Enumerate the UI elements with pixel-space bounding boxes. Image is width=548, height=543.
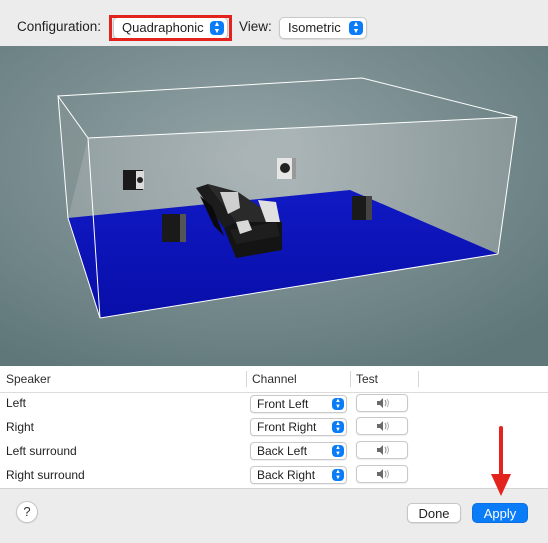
view-value: Isometric xyxy=(288,20,341,35)
test-speaker-button[interactable] xyxy=(356,394,408,412)
speaker-name: Left surround xyxy=(6,444,77,458)
column-divider xyxy=(418,371,419,387)
speaker-volume-icon xyxy=(377,469,389,479)
speaker-back-right-icon xyxy=(352,196,372,220)
test-speaker-button[interactable] xyxy=(356,465,408,483)
chevron-updown-icon: ▲ ▼ xyxy=(332,469,344,481)
speaker-back-left-icon xyxy=(162,214,186,242)
column-divider xyxy=(350,371,351,387)
red-highlight-box xyxy=(109,15,232,41)
speaker-name: Right xyxy=(6,420,35,434)
speaker-volume-icon xyxy=(377,398,389,408)
channel-value: Front Left xyxy=(257,397,309,411)
column-header-test[interactable]: Test xyxy=(356,366,378,392)
column-divider xyxy=(246,371,247,387)
channel-popup[interactable]: Back Right ▲ ▼ xyxy=(250,466,347,484)
column-header-channel[interactable]: Channel xyxy=(252,366,297,392)
room-scene xyxy=(0,46,548,366)
chevron-updown-icon: ▲ ▼ xyxy=(349,21,363,35)
room-3d-viewport[interactable] xyxy=(0,46,548,366)
channel-value: Back Left xyxy=(257,444,308,458)
view-label: View: xyxy=(239,19,272,34)
red-arrow-down-icon xyxy=(491,426,511,496)
speaker-name: Left xyxy=(6,396,27,410)
chevron-updown-icon: ▲ ▼ xyxy=(332,421,344,433)
speaker-volume-icon xyxy=(377,421,389,431)
header-divider xyxy=(0,392,548,393)
footer-bar xyxy=(0,488,548,543)
channel-popup[interactable]: Back Left ▲ ▼ xyxy=(250,442,347,460)
column-header-speaker[interactable]: Speaker xyxy=(6,366,51,392)
view-popup[interactable]: Isometric ▲ ▼ xyxy=(279,17,367,39)
apply-button[interactable]: Apply xyxy=(472,503,528,523)
channel-value: Back Right xyxy=(257,468,316,482)
chevron-updown-icon: ▲ ▼ xyxy=(332,445,344,457)
toolbar: Configuration: Quadraphonic ▲ ▼ View: Iso… xyxy=(0,0,548,46)
configuration-label: Configuration: xyxy=(17,19,102,34)
chevron-updown-icon: ▲ ▼ xyxy=(332,398,344,410)
channel-popup[interactable]: Front Left ▲ ▼ xyxy=(250,395,347,413)
speaker-volume-icon xyxy=(377,445,389,455)
channel-value: Front Right xyxy=(257,420,317,434)
test-speaker-button[interactable] xyxy=(356,441,408,459)
speaker-right-icon xyxy=(277,158,296,179)
speaker-name: Right surround xyxy=(6,468,85,482)
channel-popup[interactable]: Front Right ▲ ▼ xyxy=(250,418,347,436)
speaker-table: Speaker Channel Test Left Front Left ▲ ▼ … xyxy=(0,366,548,488)
speaker-left-icon xyxy=(123,170,144,190)
test-speaker-button[interactable] xyxy=(356,417,408,435)
done-button[interactable]: Done xyxy=(407,503,461,523)
help-button[interactable]: ? xyxy=(16,501,38,523)
